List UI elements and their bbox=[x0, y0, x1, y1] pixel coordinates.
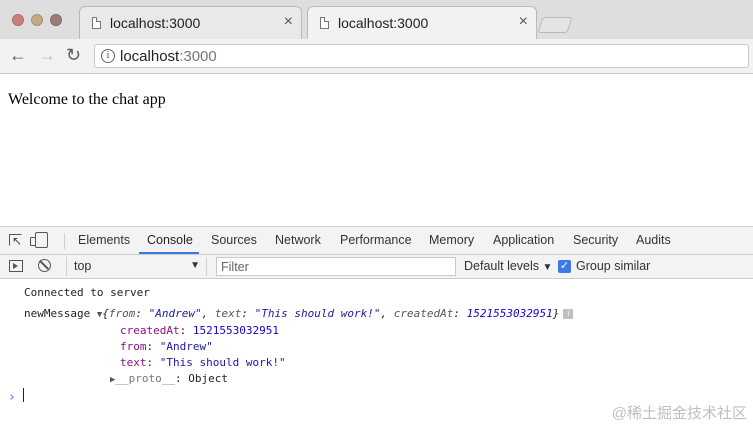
page-icon bbox=[92, 17, 101, 29]
tab-title: localhost:3000 bbox=[338, 15, 429, 31]
browser-tabstrip: localhost:3000 × localhost:3000 × bbox=[0, 0, 753, 39]
console-log-line[interactable]: newMessage ▼{from: "Andrew", text: "This… bbox=[24, 307, 574, 320]
back-arrow-icon[interactable]: ← bbox=[9, 45, 27, 65]
tab-close-icon[interactable]: × bbox=[519, 13, 528, 31]
object-proto[interactable]: ▶__proto__: Object bbox=[110, 372, 228, 385]
tab-security[interactable]: Security bbox=[573, 233, 618, 247]
object-summary[interactable]: {from: "Andrew", text: "This should work… bbox=[102, 307, 559, 320]
url-host: localhost bbox=[120, 48, 180, 65]
log-levels-dropdown[interactable]: Default levels ▼ bbox=[464, 259, 552, 273]
context-selector[interactable]: top ▼ bbox=[66, 257, 207, 276]
active-tab-indicator bbox=[139, 252, 199, 254]
browser-tab[interactable]: localhost:3000 × bbox=[79, 6, 302, 39]
log-levels-label: Default levels bbox=[464, 259, 540, 273]
console-input-caret[interactable] bbox=[23, 388, 24, 402]
browser-toolbar: ← → ↻ i localhost:3000 bbox=[0, 39, 753, 74]
browser-tab-active[interactable]: localhost:3000 × bbox=[307, 6, 537, 39]
tab-elements[interactable]: Elements bbox=[78, 233, 130, 247]
zoom-window-button[interactable] bbox=[50, 14, 62, 26]
tab-close-icon[interactable]: × bbox=[284, 13, 293, 31]
url-text[interactable]: localhost:3000 bbox=[120, 48, 217, 65]
inspect-element-icon[interactable] bbox=[9, 234, 22, 247]
new-tab-button[interactable] bbox=[537, 17, 573, 33]
group-similar-option[interactable]: Group similar bbox=[557, 259, 650, 273]
context-value: top bbox=[74, 259, 92, 273]
dropdown-arrow-icon: ▼ bbox=[190, 260, 200, 271]
minimize-window-button[interactable] bbox=[31, 14, 43, 26]
object-property: createdAt: 1521553032951 bbox=[120, 324, 279, 337]
info-icon[interactable]: i bbox=[101, 49, 115, 63]
dropdown-arrow-icon: ▼ bbox=[542, 262, 553, 273]
url-port: :3000 bbox=[179, 48, 217, 65]
console-prompt-icon: › bbox=[8, 390, 16, 405]
divider bbox=[64, 233, 65, 249]
info-badge-icon[interactable]: i bbox=[563, 309, 574, 319]
console-toolbar: top ▼ Default levels ▼ ✓ Group similar bbox=[0, 255, 753, 279]
show-sidebar-icon[interactable] bbox=[9, 260, 23, 272]
tab-performance[interactable]: Performance bbox=[340, 233, 412, 247]
tab-console[interactable]: Console bbox=[147, 233, 193, 247]
console-log-line: Connected to server bbox=[24, 286, 150, 299]
tab-application[interactable]: Application bbox=[493, 233, 554, 247]
tab-title: localhost:3000 bbox=[110, 15, 201, 31]
tab-network[interactable]: Network bbox=[275, 233, 321, 247]
filter-input[interactable] bbox=[216, 257, 456, 276]
forward-arrow-icon[interactable]: → bbox=[38, 45, 56, 65]
page-welcome-text: Welcome to the chat app bbox=[8, 91, 166, 108]
watermark: @稀土掘金技术社区 bbox=[611, 405, 747, 422]
clear-console-icon[interactable] bbox=[38, 259, 51, 272]
close-window-button[interactable] bbox=[12, 14, 24, 26]
address-bar[interactable]: i localhost:3000 bbox=[94, 44, 749, 68]
tab-sources[interactable]: Sources bbox=[211, 233, 257, 247]
device-toolbar-icon[interactable] bbox=[30, 232, 48, 248]
devtools-tabbar: Elements Console Sources Network Perform… bbox=[0, 227, 753, 255]
reload-icon[interactable]: ↻ bbox=[66, 45, 81, 65]
page-icon bbox=[320, 17, 329, 29]
object-property: from: "Andrew" bbox=[120, 340, 213, 353]
group-similar-label: Group similar bbox=[576, 259, 651, 273]
object-property: text: "This should work!" bbox=[120, 356, 286, 369]
tab-memory[interactable]: Memory bbox=[429, 233, 474, 247]
devtools-panel: Elements Console Sources Network Perform… bbox=[0, 226, 753, 429]
log-label: newMessage bbox=[24, 307, 91, 320]
tab-audits[interactable]: Audits bbox=[636, 233, 671, 247]
log-text: Connected to server bbox=[24, 286, 150, 299]
